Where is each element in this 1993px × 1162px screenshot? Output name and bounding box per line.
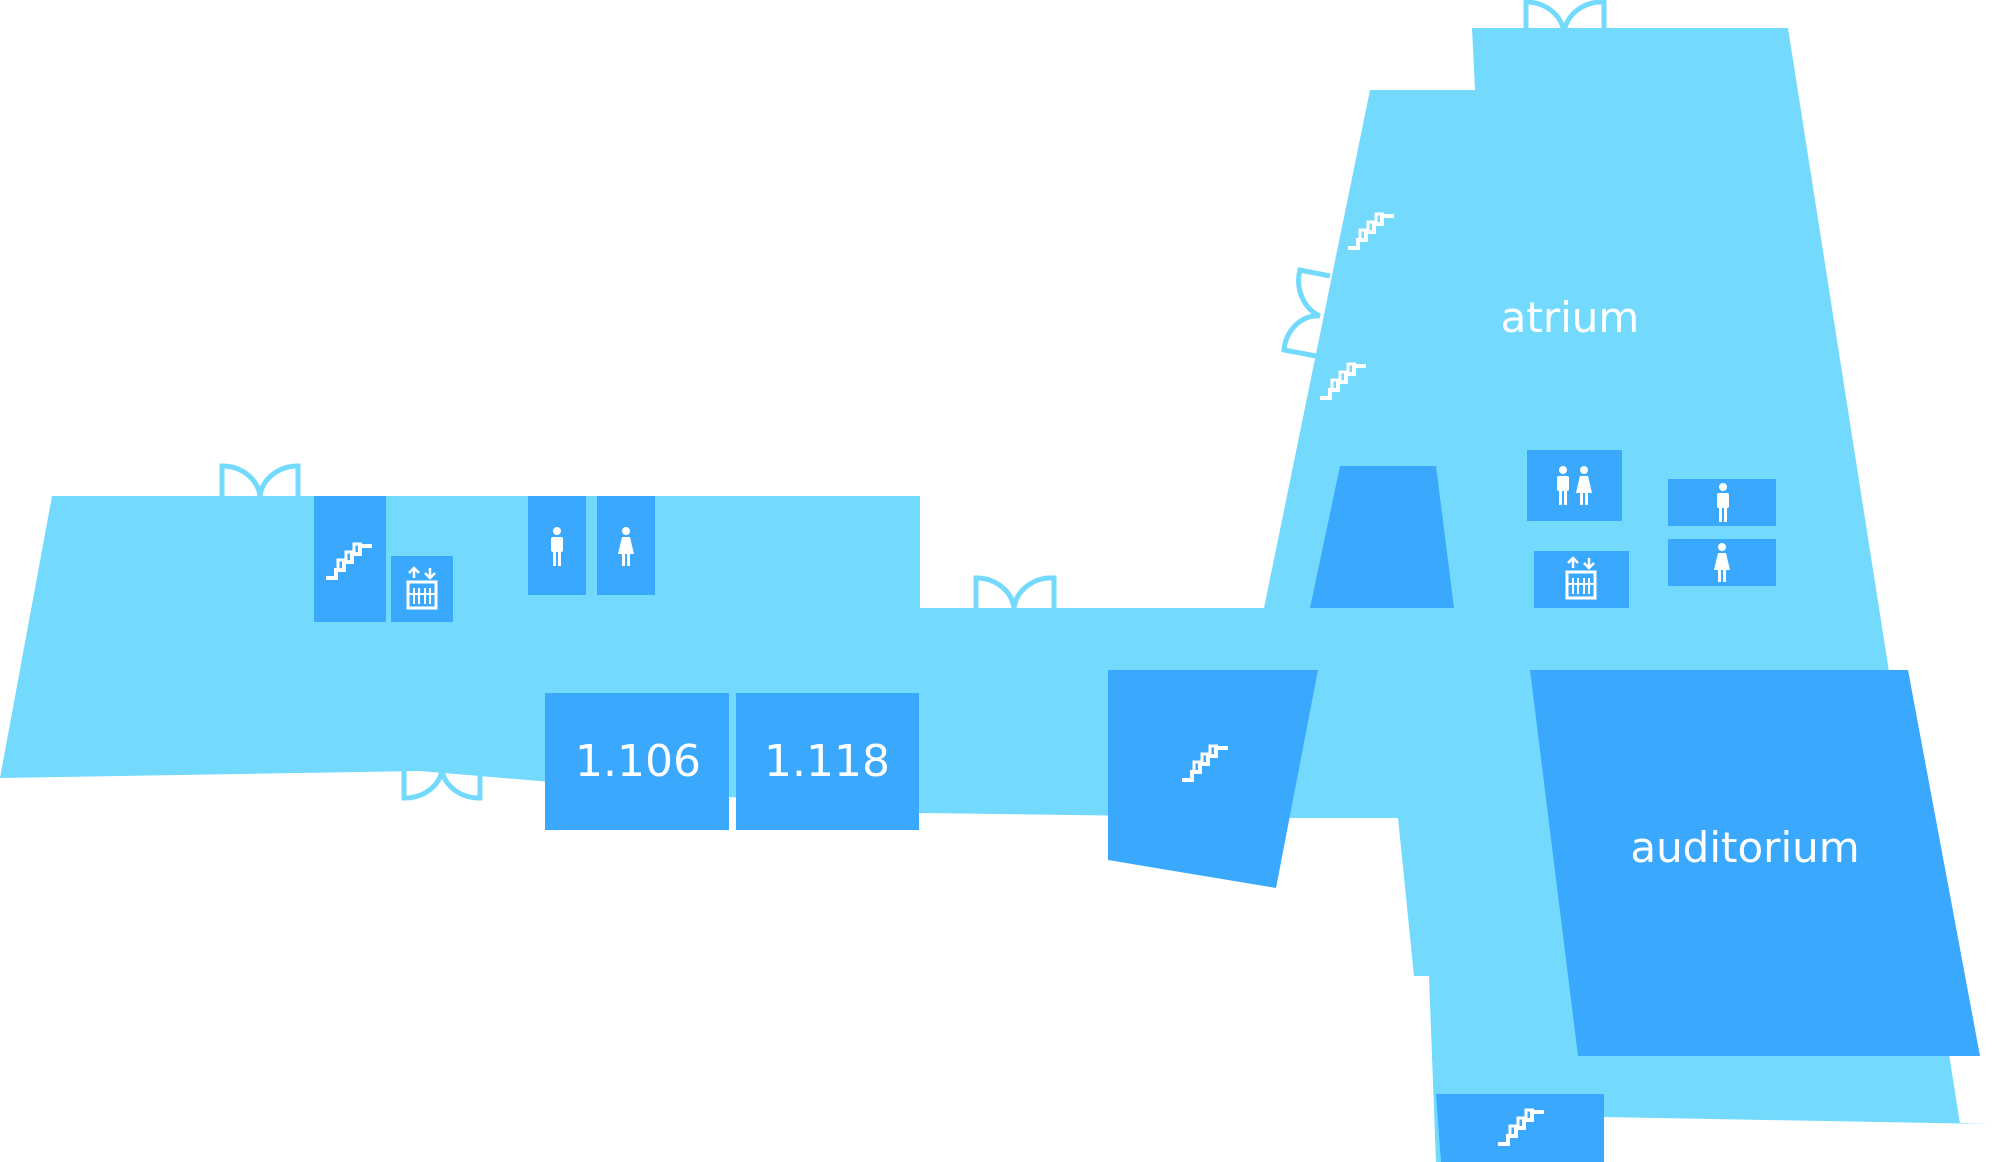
door-icon [973, 575, 1057, 609]
unisex-restroom-atrium[interactable] [1527, 450, 1622, 521]
door-icon [219, 463, 301, 497]
stair-room-central[interactable] [1108, 670, 1318, 888]
auditorium-label: auditorium [1630, 823, 1859, 872]
atrium-label: atrium [1501, 293, 1640, 342]
room-1118-label: 1.118 [764, 736, 890, 787]
floor-plan-map: atrium auditorium 1.106 1.118 [0, 0, 1992, 1162]
rooms [314, 450, 1980, 1162]
room-1106-label: 1.106 [575, 736, 701, 787]
elevator-room-west[interactable] [391, 556, 453, 622]
